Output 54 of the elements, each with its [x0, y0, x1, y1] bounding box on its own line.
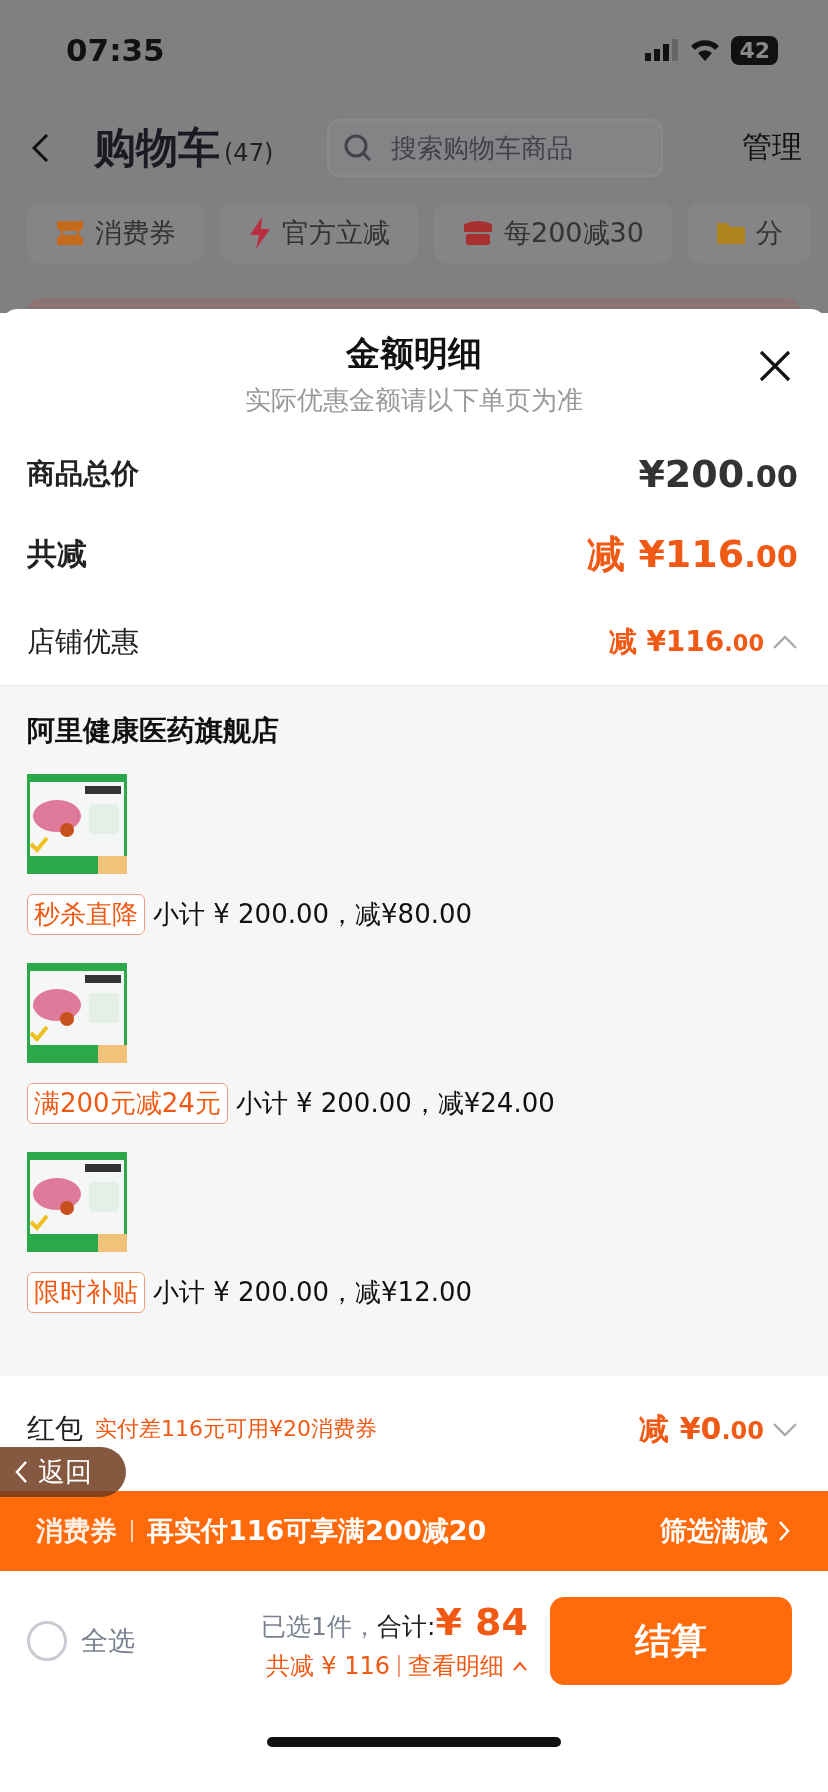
total-price-value: ¥200.00 — [638, 452, 798, 496]
back-button[interactable]: 返回 — [0, 1447, 126, 1497]
store-discount-value: 减 ¥116.00 — [608, 624, 764, 660]
checkout-button[interactable]: 结算 — [550, 1597, 792, 1685]
coupon-label: 消费券 — [36, 1514, 117, 1548]
bonus-label: 红包 — [27, 1411, 83, 1447]
collapse-icon[interactable] — [772, 634, 798, 650]
battery-level: 42 — [731, 35, 778, 65]
manage-button[interactable]: 管理 — [742, 127, 802, 168]
total-amount: ¥ 84 — [435, 1600, 528, 1644]
lightning-icon — [248, 217, 272, 249]
shop-icon — [462, 220, 494, 246]
filter-chip[interactable]: 每200减30 — [434, 203, 672, 263]
status-time: 07:35 — [66, 32, 165, 68]
selected-count: 已选1件， — [261, 1611, 377, 1643]
promo-tag: 秒杀直降 — [27, 894, 145, 935]
search-icon — [343, 132, 374, 163]
store-discount-label: 店铺优惠 — [27, 624, 139, 660]
saving-amount: 共减 ¥ 116 — [265, 1651, 390, 1682]
select-all-checkbox[interactable] — [27, 1621, 67, 1661]
bonus-hint: 实付差116元可用¥20消费券 — [95, 1415, 377, 1443]
ticket-icon — [55, 219, 85, 247]
sheet-subtitle: 实际优惠金额请以下单页为准 — [245, 383, 583, 417]
close-icon[interactable] — [758, 349, 792, 383]
signal-icon — [645, 39, 680, 61]
total-discount-value: 减 ¥116.00 — [587, 530, 798, 578]
chevron-right-icon — [778, 1520, 790, 1542]
sheet-title: 金额明细 — [346, 331, 482, 375]
total-price-label: 商品总价 — [27, 456, 139, 492]
subtotal-text: 小计 ¥ 200.00，减¥24.00 — [235, 1087, 555, 1120]
bonus-value: 减 ¥0.00 — [639, 1409, 764, 1448]
page-title: 购物车 — [94, 121, 220, 174]
filter-link[interactable]: 筛选满减 — [660, 1513, 790, 1549]
wifi-icon — [689, 38, 722, 62]
search-field[interactable]: 搜索购物车商品 — [327, 118, 664, 177]
expand-icon[interactable] — [772, 1421, 798, 1437]
filter-chip[interactable]: 官方立减 — [220, 203, 418, 263]
filter-chip[interactable]: 消费券 — [27, 203, 204, 263]
select-all-label: 全选 — [81, 1624, 135, 1658]
subtotal-text: 小计 ¥ 200.00，减¥12.00 — [153, 1276, 473, 1309]
store-name: 阿里健康医药旗舰店 — [27, 713, 279, 749]
total-discount-label: 共减 — [27, 534, 87, 573]
view-details-link[interactable]: 查看明细 — [408, 1650, 528, 1682]
filter-chip[interactable]: 分 — [687, 203, 811, 263]
item-count: (47) — [224, 138, 274, 167]
caret-up-icon — [512, 1661, 528, 1671]
back-icon — [14, 1460, 28, 1484]
promo-tag: 满200元减24元 — [27, 1083, 228, 1124]
promo-message: 再实付116可享满200减20 — [147, 1514, 487, 1548]
total-label: 合计: — [377, 1611, 436, 1643]
promo-tag: 限时补贴 — [27, 1272, 145, 1313]
folder-icon — [715, 220, 746, 246]
back-icon[interactable] — [30, 131, 50, 164]
subtotal-text: 小计 ¥ 200.00，减¥80.00 — [153, 898, 473, 931]
